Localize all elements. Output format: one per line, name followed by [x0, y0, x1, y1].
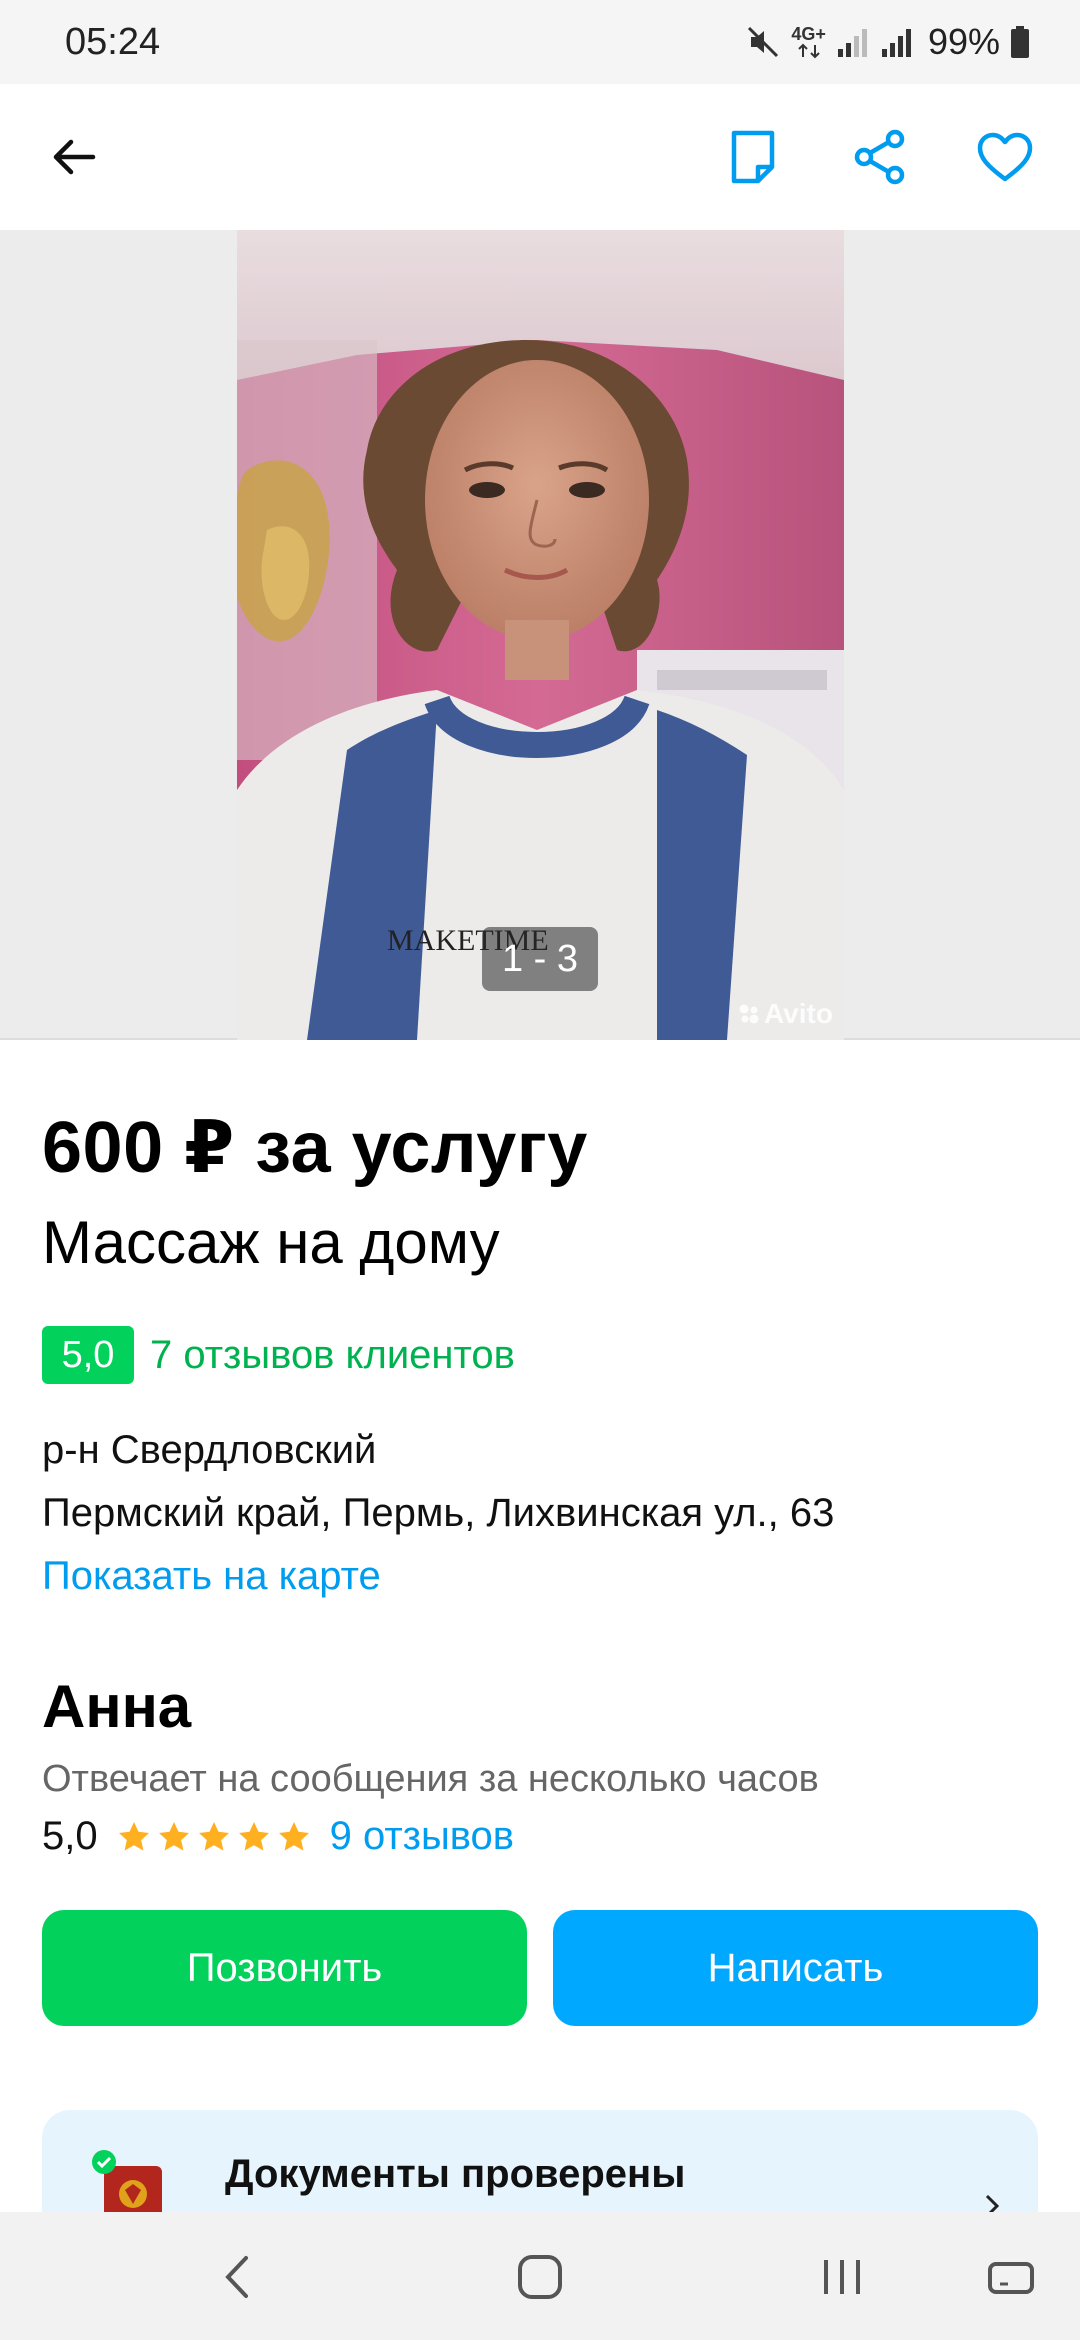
battery-icon: [1010, 25, 1030, 59]
write-button[interactable]: Написать: [553, 1910, 1038, 2026]
nav-back-button[interactable]: [218, 2252, 258, 2307]
nav-keyboard-button[interactable]: [986, 2252, 1036, 2307]
status-bar: 05:24 4G+ 99%: [0, 0, 1080, 84]
system-nav-bar: [0, 2212, 1080, 2340]
recents-icon: [824, 2260, 860, 2294]
listing-photo[interactable]: MAKETIME: [237, 230, 844, 1040]
note-button[interactable]: [718, 122, 788, 192]
seller-reviews-link[interactable]: 9 отзывов: [330, 1814, 514, 1859]
watermark-text: Avito: [764, 998, 833, 1029]
favorite-button[interactable]: [970, 122, 1040, 192]
photo-counter: 1 - 3: [482, 927, 598, 991]
nav-recents-button[interactable]: [818, 2252, 866, 2307]
rating-badge: 5,0: [42, 1326, 134, 1384]
avito-logo-icon: [739, 1004, 759, 1024]
star-icon: [198, 1821, 229, 1851]
arrow-left-icon: [53, 139, 96, 175]
network-type-label: 4G+: [791, 24, 826, 44]
seller-rating-row: 5,0 9 отзывов: [42, 1814, 514, 1859]
district: р-н Свердловский: [42, 1428, 377, 1472]
share-button[interactable]: [845, 122, 915, 192]
documents-verified-title: Документы проверены: [225, 2152, 686, 2196]
call-button[interactable]: Позвонить: [42, 1910, 527, 2026]
note-icon: [731, 130, 775, 184]
address: Пермский край, Пермь, Лихвинская ул., 63: [42, 1491, 835, 1535]
signal-icon: [836, 25, 870, 59]
listing-title: Массаж на дому: [42, 1209, 500, 1276]
star-icon: [118, 1821, 149, 1851]
share-icon: [854, 129, 905, 185]
heart-icon: [977, 132, 1033, 182]
listing-rating-row: 5,0 7 отзывов клиентов: [42, 1326, 515, 1384]
keyboard-toggle-icon: [988, 2262, 1034, 2294]
home-icon: [518, 2255, 562, 2299]
star-icon: [158, 1821, 189, 1851]
star-icon: [278, 1821, 309, 1851]
photo-gallery[interactable]: MAKETIME 1 - 3: [0, 230, 1080, 1040]
back-button[interactable]: [39, 122, 109, 192]
client-reviews-link[interactable]: 7 отзывов клиентов: [150, 1333, 515, 1378]
network-type-icon: 4G+: [791, 25, 826, 59]
status-time: 05:24: [65, 20, 161, 63]
seller-name[interactable]: Анна: [42, 1672, 191, 1741]
avito-watermark: Avito: [738, 998, 833, 1030]
chevron-left-icon: [225, 2256, 248, 2298]
listing-price: 600 ₽ за услугу: [42, 1108, 588, 1188]
seller-response-time: Отвечает на сообщения за несколько часов: [42, 1758, 819, 1800]
mute-icon: [745, 24, 781, 60]
seller-score: 5,0: [42, 1814, 98, 1858]
star-icon: [238, 1821, 269, 1851]
seller-stars: [116, 1819, 312, 1855]
top-toolbar: [0, 84, 1080, 230]
nav-home-button[interactable]: [516, 2252, 564, 2307]
signal-icon-2: [880, 25, 914, 59]
status-icons: 4G+ 99%: [745, 21, 1030, 63]
battery-percent: 99%: [927, 21, 1000, 62]
show-on-map-link[interactable]: Показать на карте: [42, 1554, 381, 1599]
